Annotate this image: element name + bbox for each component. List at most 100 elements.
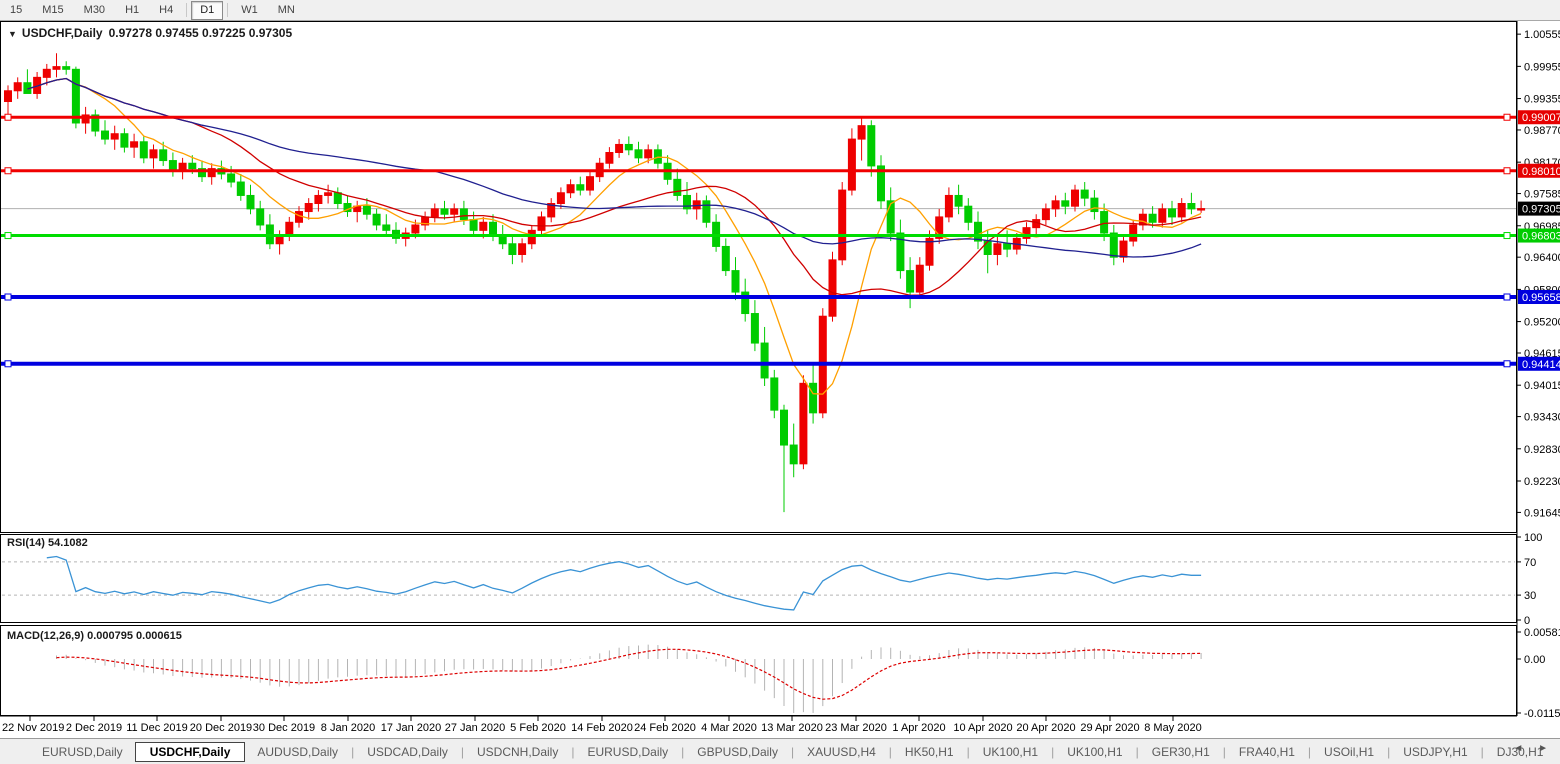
candle [236, 181, 245, 196]
candle [789, 444, 798, 465]
macd-scale-label: -0.011514 [1524, 708, 1560, 720]
candle [1090, 197, 1099, 213]
candle [1187, 203, 1196, 210]
candle [974, 221, 982, 242]
candle [459, 208, 468, 221]
candle [1138, 213, 1147, 226]
price-axis-label: 0.92830 [1524, 444, 1560, 456]
candle [450, 208, 459, 215]
candle [954, 194, 963, 207]
candle [1177, 203, 1186, 218]
candle [673, 178, 682, 196]
candle [857, 125, 866, 140]
tab-usdcad-daily[interactable]: USDCAD,Daily [355, 742, 460, 762]
tab-usdcnh-daily[interactable]: USDCNH,Daily [465, 742, 570, 762]
candle [382, 224, 391, 231]
date-axis-label: 23 Mar 2020 [825, 722, 887, 734]
candle [1158, 208, 1167, 223]
candle [1003, 243, 1012, 250]
tab-audusd-daily[interactable]: AUDUSD,Daily [245, 742, 350, 762]
line-handle-left[interactable] [4, 293, 12, 301]
price-badge-value: 0.94414 [1522, 359, 1560, 371]
candle [42, 68, 51, 78]
candle [576, 184, 585, 191]
line-handle-right[interactable] [1503, 167, 1511, 175]
date-axis-label: 14 Feb 2020 [571, 722, 633, 734]
price-badge-value: 0.96803 [1522, 231, 1560, 243]
price-axis-label: 0.95200 [1524, 317, 1560, 329]
candle [227, 173, 236, 183]
tab-usdchf-daily[interactable]: USDCHF,Daily [134, 741, 246, 762]
candle [1041, 208, 1050, 221]
candle [809, 382, 818, 414]
date-axis-label: 4 Mar 2020 [701, 722, 757, 734]
price-axis-label: 0.91645 [1524, 507, 1560, 519]
candle [1051, 200, 1060, 210]
tab-uk100-h1[interactable]: UK100,H1 [971, 742, 1050, 762]
candle [1148, 213, 1157, 223]
candle [760, 342, 769, 379]
candle [586, 176, 594, 191]
line-handle-right[interactable] [1503, 113, 1511, 121]
line-handle-right[interactable] [1503, 293, 1511, 301]
tab-ger30-h1[interactable]: GER30,H1 [1140, 742, 1222, 762]
candle [324, 192, 333, 196]
trading-terminal-window: { "toolbar": { "timeframes": [ {"label":… [0, 0, 1560, 764]
price-axis-label: 0.96400 [1524, 252, 1560, 264]
line-handle-right[interactable] [1503, 360, 1511, 368]
candle [130, 141, 139, 148]
candle [52, 66, 61, 70]
candle [944, 194, 953, 218]
tab-xauusd-h4[interactable]: XAUUSD,H4 [795, 742, 888, 762]
ohlc-readout: 0.97278 0.97455 0.97225 0.97305 [108, 26, 293, 40]
date-axis-label: 8 May 2020 [1144, 722, 1201, 734]
tab-usoil-h1[interactable]: USOil,H1 [1312, 742, 1386, 762]
candle [13, 82, 22, 92]
candle [139, 141, 148, 159]
candle [518, 243, 527, 255]
line-handle-left[interactable] [4, 113, 12, 121]
date-axis-label: 17 Jan 2020 [381, 722, 442, 734]
tab-eurusd-daily[interactable]: EURUSD,Daily [575, 742, 680, 762]
candle [770, 377, 779, 411]
price-badge-value: 0.95658 [1522, 292, 1560, 304]
date-axis-label: 2 Dec 2019 [66, 722, 122, 734]
macd-indicator-label: MACD(12,26,9) 0.000795 0.000615 [7, 630, 182, 642]
candle [867, 125, 876, 167]
candle [430, 208, 439, 218]
candle [605, 152, 614, 164]
tab-gbpusd-daily[interactable]: GBPUSD,Daily [685, 742, 790, 762]
candle [314, 194, 323, 205]
price-chart-canvas[interactable]: 1.005550.999550.993550.987700.981700.975… [0, 0, 1560, 738]
chart-dropdown-icon[interactable]: ▼ [8, 29, 17, 39]
line-handle-right[interactable] [1503, 232, 1511, 240]
candle [721, 245, 730, 272]
tab-eurusd-daily[interactable]: EURUSD,Daily [30, 742, 135, 762]
line-handle-left[interactable] [4, 232, 12, 240]
price-axis-label: 0.93430 [1524, 412, 1560, 424]
candle [469, 219, 478, 231]
line-handle-left[interactable] [4, 167, 12, 175]
tab-usdjpy-h1[interactable]: USDJPY,H1 [1391, 742, 1479, 762]
price-axis-label: 0.99955 [1524, 61, 1560, 73]
candle [304, 203, 313, 213]
rsi-panel-frame [0, 534, 1517, 623]
candle [62, 66, 71, 70]
candle [1071, 189, 1079, 207]
candle [556, 192, 565, 205]
main-panel-frame [0, 21, 1517, 533]
tab-scroll-arrows[interactable]: ◄ ► [1513, 743, 1554, 754]
candle [110, 133, 119, 140]
tab-uk100-h1[interactable]: UK100,H1 [1055, 742, 1134, 762]
candle [508, 243, 517, 255]
candle [159, 149, 168, 162]
candle [489, 221, 497, 237]
line-handle-left[interactable] [4, 360, 12, 368]
date-axis-label: 27 Jan 2020 [445, 722, 506, 734]
candle [120, 133, 129, 148]
candle [1100, 211, 1109, 234]
tab-hk50-h1[interactable]: HK50,H1 [893, 742, 966, 762]
tab-fra40-h1[interactable]: FRA40,H1 [1227, 742, 1307, 762]
candle [285, 221, 294, 237]
macd-panel-frame [0, 625, 1517, 716]
